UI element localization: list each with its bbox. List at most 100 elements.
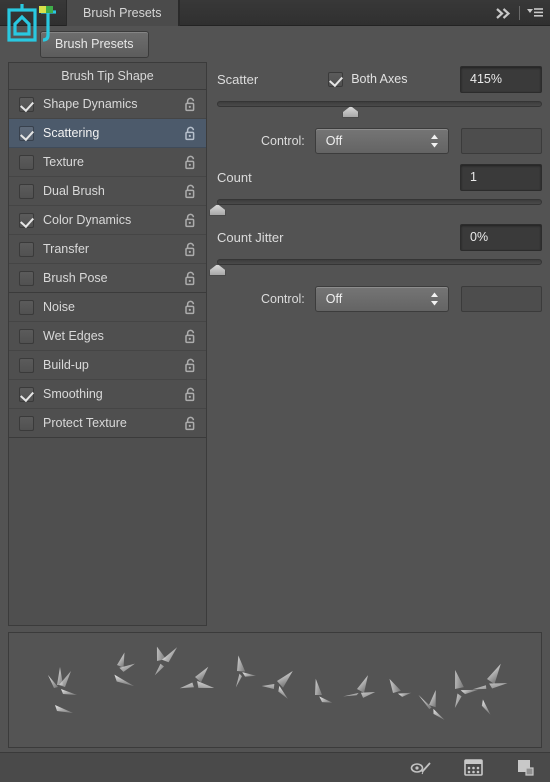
count-jitter-label: Count Jitter	[217, 229, 284, 245]
option-label: Scattering	[43, 126, 100, 140]
checkbox-texture[interactable]	[19, 154, 34, 170]
option-row-brush-pose[interactable]: Brush Pose	[9, 264, 206, 293]
checkbox-smoothing[interactable]	[19, 386, 34, 402]
unlock-icon[interactable]	[184, 242, 197, 257]
both-axes-label: Both Axes	[351, 72, 408, 86]
unlock-icon[interactable]	[184, 126, 197, 141]
unlock-icon[interactable]	[184, 416, 197, 431]
option-row-texture[interactable]: Texture	[9, 148, 206, 177]
scatter-slider[interactable]	[217, 98, 542, 118]
unlock-icon[interactable]	[184, 300, 197, 315]
count-jitter-value-input[interactable]: 0%	[460, 223, 542, 251]
option-row-protect-texture[interactable]: Protect Texture	[9, 409, 206, 438]
checkbox-scattering[interactable]	[19, 125, 34, 141]
tab-label: Brush Presets	[83, 5, 162, 20]
count-jitter-value: 0%	[470, 230, 489, 244]
checkbox-noise[interactable]	[19, 299, 34, 315]
scatter-slider-track	[217, 101, 542, 107]
checkbox-protect-texture[interactable]	[19, 415, 34, 431]
unlock-icon[interactable]	[184, 155, 197, 170]
toggle-brush-preview-icon	[410, 761, 431, 774]
brush-tip-shape-header[interactable]: Brush Tip Shape	[9, 63, 206, 90]
unlock-icon[interactable]	[184, 329, 197, 344]
brush-tip-shape-label: Brush Tip Shape	[61, 69, 154, 83]
scatter-control-secondary-field[interactable]	[460, 128, 542, 154]
count-slider-thumb[interactable]	[209, 204, 226, 216]
count-jitter-slider[interactable]	[209, 256, 542, 276]
option-row-smoothing[interactable]: Smoothing	[9, 380, 206, 409]
brush-options-scroll[interactable]: Shape Dynamics Scattering Texture Dual B…	[9, 90, 206, 625]
scatter-label: Scatter	[217, 71, 259, 87]
count-jitter-control-value: Off	[325, 292, 343, 306]
checkbox-shape-dynamics[interactable]	[19, 96, 34, 112]
option-label: Smoothing	[43, 387, 103, 401]
preset-button-row: Brush Presets	[0, 26, 550, 62]
panel-titlebar: Brush Presets	[0, 0, 550, 26]
double-chevron-right-icon	[496, 7, 511, 19]
collapse-to-icons-button[interactable]	[489, 0, 519, 26]
brush-presets-panel: Brush Presets Brush Presets Brush Tip Sh…	[0, 0, 550, 782]
count-jitter-control-row: Control: Off	[217, 280, 542, 318]
panel-menu-button[interactable]	[520, 0, 550, 26]
option-row-shape-dynamics[interactable]: Shape Dynamics	[9, 90, 206, 119]
panel-menu-icon	[527, 8, 543, 17]
count-jitter-control-label: Control:	[261, 292, 305, 306]
scattering-controls: Scatter Both Axes 415% Control: Off Coun…	[207, 62, 542, 632]
option-row-wet-edges[interactable]: Wet Edges	[9, 322, 206, 351]
count-jitter-slider-thumb[interactable]	[209, 264, 226, 276]
unlock-icon[interactable]	[184, 271, 197, 286]
count-jitter-slider-track	[217, 259, 542, 265]
option-row-build-up[interactable]: Build-up	[9, 351, 206, 380]
count-row: Count 1	[217, 160, 542, 194]
titlebar-controls	[489, 0, 550, 26]
brush-panel-button[interactable]	[462, 758, 484, 778]
option-label: Noise	[43, 300, 75, 314]
scatter-row: Scatter Both Axes 415%	[217, 62, 542, 96]
option-row-color-dynamics[interactable]: Color Dynamics	[9, 206, 206, 235]
toggle-brush-preview-button[interactable]	[410, 758, 432, 778]
unlock-icon[interactable]	[184, 387, 197, 402]
count-jitter-control-select[interactable]: Off	[314, 286, 449, 312]
new-brush-button[interactable]	[514, 758, 536, 778]
option-label: Protect Texture	[43, 416, 127, 430]
scatter-value: 415%	[470, 72, 502, 86]
option-row-noise[interactable]: Noise	[9, 293, 206, 322]
checkbox-build-up[interactable]	[19, 357, 34, 373]
option-row-scattering[interactable]: Scattering	[9, 119, 206, 148]
brush-options-list: Brush Tip Shape Shape Dynamics Scatterin…	[8, 62, 207, 626]
count-jitter-row: Count Jitter 0%	[217, 220, 542, 254]
unlock-icon[interactable]	[184, 97, 197, 112]
scatter-control-row: Control: Off	[217, 122, 542, 160]
tab-filler	[178, 0, 180, 26]
stepper-arrows-icon	[430, 134, 438, 148]
checkbox-wet-edges[interactable]	[19, 328, 34, 344]
scatter-control-label: Control:	[261, 134, 305, 148]
tab-brush-presets[interactable]: Brush Presets	[66, 0, 179, 26]
tab-strip: Brush Presets	[66, 0, 180, 26]
scatter-control-value: Off	[325, 134, 343, 148]
unlock-icon[interactable]	[184, 184, 197, 199]
unlock-icon[interactable]	[184, 358, 197, 373]
scatter-slider-thumb[interactable]	[342, 106, 360, 118]
count-jitter-control-secondary-field[interactable]	[460, 286, 542, 312]
checkbox-color-dynamics[interactable]	[19, 212, 34, 228]
checkbox-transfer[interactable]	[19, 241, 34, 257]
option-row-transfer[interactable]: Transfer	[9, 235, 206, 264]
option-label: Wet Edges	[43, 329, 104, 343]
panel-bottom-bar	[0, 752, 550, 782]
stepper-arrows-icon	[430, 292, 438, 306]
option-label: Transfer	[43, 242, 90, 256]
count-slider[interactable]	[209, 196, 542, 216]
both-axes-control[interactable]: Both Axes	[328, 71, 408, 87]
option-row-dual-brush[interactable]: Dual Brush	[9, 177, 206, 206]
option-label: Build-up	[43, 358, 89, 372]
option-label: Shape Dynamics	[43, 97, 138, 111]
unlock-icon[interactable]	[184, 213, 197, 228]
scatter-control-select[interactable]: Off	[314, 128, 449, 154]
brush-presets-button[interactable]: Brush Presets	[40, 30, 149, 58]
checkbox-brush-pose[interactable]	[19, 270, 34, 286]
checkbox-both-axes[interactable]	[328, 71, 344, 87]
scatter-value-input[interactable]: 415%	[460, 65, 542, 93]
count-value-input[interactable]: 1	[460, 163, 542, 191]
checkbox-dual-brush[interactable]	[19, 183, 34, 199]
